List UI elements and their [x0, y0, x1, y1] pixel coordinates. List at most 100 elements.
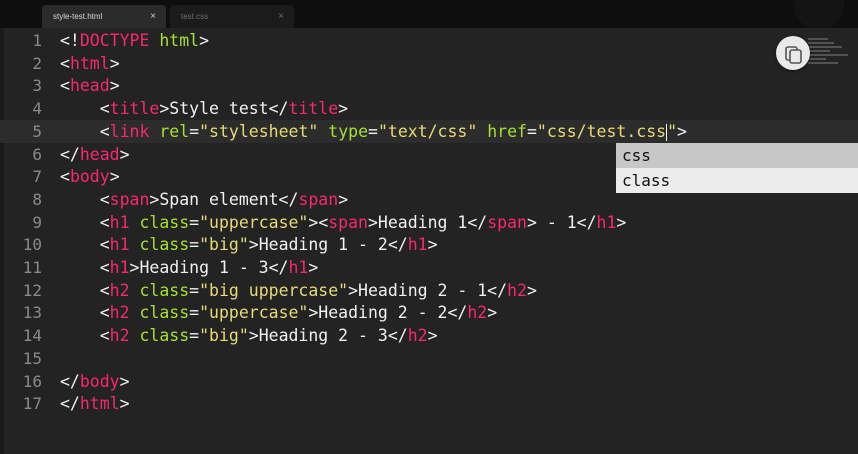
code-punctuation: =: [189, 212, 200, 232]
code-line[interactable]: 3 <head>: [0, 74, 858, 97]
code-text[interactable]: <h2 class="big uppercase">Heading 2 - 1<…: [60, 279, 537, 302]
code-punctuation: >: [677, 121, 687, 141]
code-text[interactable]: <h2 class="big">Heading 2 - 3</h2>: [60, 324, 438, 347]
line-number: 16: [22, 371, 42, 391]
attribute-name: rel: [159, 121, 190, 141]
code-punctuation: <: [60, 303, 110, 323]
attribute-value: "css/test.css: [536, 121, 667, 141]
attribute-name: href: [487, 121, 527, 141]
minimap[interactable]: [808, 34, 858, 74]
code-punctuation: <: [60, 258, 110, 277]
code-text[interactable]: <title>Style test</title>: [60, 97, 348, 120]
tag-name: span: [487, 212, 527, 232]
autocomplete-item-class[interactable]: class: [616, 168, 858, 193]
code-text[interactable]: <h1>Heading 1 - 3</h1>: [60, 256, 319, 279]
tag-name: head: [79, 144, 120, 164]
code-line[interactable]: 1 <!DOCTYPE html>: [0, 29, 858, 52]
code-line[interactable]: 10 <h1 class="big">Heading 1 - 2</h1>: [0, 233, 858, 256]
tab-label: test.css: [181, 12, 209, 21]
code-punctuation: >Heading 2 - 1</: [348, 280, 508, 300]
code-punctuation: >: [427, 326, 438, 346]
attribute-value: "big": [199, 235, 249, 255]
code-line[interactable]: 2 <html>: [0, 52, 858, 75]
tag-name: span: [109, 189, 150, 209]
code-punctuation: [149, 31, 159, 50]
tab-test-css[interactable]: test.css ×: [170, 5, 294, 28]
line-number: 3: [32, 76, 42, 96]
attribute-value: "big": [199, 326, 249, 346]
code-punctuation: =: [189, 121, 200, 141]
code-punctuation: [130, 303, 140, 322]
tag-name: body: [69, 167, 110, 187]
line-number: 17: [22, 394, 42, 414]
tab-style-test-html[interactable]: style-test.html ×: [42, 5, 166, 28]
line-number: 10: [22, 235, 42, 255]
tag-name: link: [109, 121, 150, 141]
code-line[interactable]: 4 <title>Style test</title>: [0, 97, 858, 120]
code-line[interactable]: 13 <h2 class="uppercase">Heading 2 - 2</…: [0, 301, 858, 324]
code-text[interactable]: <h1 class="uppercase"><span>Heading 1</s…: [60, 211, 627, 234]
code-text[interactable]: <h1 class="big">Heading 1 - 2</h1>: [60, 233, 438, 256]
code-text[interactable]: <body>: [60, 165, 120, 188]
code-text[interactable]: <head>: [60, 74, 120, 97]
attribute-name: class: [139, 212, 190, 232]
code-text[interactable]: <!DOCTYPE html>: [60, 29, 209, 52]
code-line[interactable]: 17 </html>: [0, 392, 858, 415]
code-punctuation: =: [368, 121, 378, 141]
code-line[interactable]: 12 <h2 class="big uppercase">Heading 2 -…: [0, 279, 858, 302]
code-punctuation: >: [338, 99, 349, 119]
code-punctuation: =: [189, 326, 200, 346]
tag-name: body: [79, 371, 120, 391]
code-line[interactable]: 11 <h1>Heading 1 - 3</h1>: [0, 256, 858, 279]
code-line[interactable]: 14 <h2 class="big">Heading 2 - 3</h2>: [0, 324, 858, 347]
tag-name: h1: [109, 258, 130, 277]
line-number: 14: [22, 326, 42, 346]
code-punctuation: <: [60, 167, 70, 187]
code-punctuation: >: [119, 144, 130, 164]
code-line[interactable]: 15: [0, 347, 858, 370]
tag-name: title: [288, 99, 339, 119]
autocomplete-item-css[interactable]: css: [616, 143, 858, 168]
code-punctuation: > - 1</: [526, 212, 597, 232]
tag-name: h2: [467, 303, 488, 323]
tag-name: span: [328, 212, 368, 232]
tag-name: h2: [407, 326, 428, 346]
tag-name: span: [298, 189, 339, 209]
code-punctuation: =: [526, 121, 537, 141]
code-text[interactable]: <span>Span element</span>: [60, 188, 348, 211]
code-text[interactable]: <html>: [60, 52, 120, 75]
code-punctuation: >: [427, 235, 438, 255]
attribute-name: class: [139, 303, 190, 323]
tag-name: h2: [109, 326, 130, 346]
attribute-value: ": [667, 121, 677, 141]
code-punctuation: </: [60, 144, 80, 164]
code-punctuation: <: [60, 121, 110, 141]
line-number: 15: [22, 348, 42, 368]
close-icon[interactable]: ×: [150, 5, 156, 28]
code-text[interactable]: <link rel="stylesheet" type="text/css" h…: [60, 120, 687, 143]
code-text[interactable]: </html>: [60, 392, 130, 415]
code-line[interactable]: 9 <h1 class="uppercase"><span>Heading 1<…: [0, 211, 858, 234]
overlay-button[interactable]: [776, 36, 810, 70]
code-punctuation: >: [119, 394, 130, 414]
code-punctuation: [130, 213, 140, 232]
attribute-name: html: [159, 31, 200, 50]
code-punctuation: <: [60, 189, 110, 209]
code-line[interactable]: 5 <link rel="stylesheet" type="text/css"…: [0, 119, 858, 143]
copy-icon: [785, 46, 802, 64]
code-punctuation: >: [199, 31, 210, 50]
code-text[interactable]: </body>: [60, 370, 130, 393]
line-number: 1: [32, 31, 42, 50]
tab-bar: style-test.html × test.css ×: [0, 0, 858, 28]
line-number: 2: [32, 53, 42, 73]
code-punctuation: =: [189, 235, 200, 255]
code-punctuation: [130, 281, 140, 300]
line-number: 8: [32, 189, 42, 209]
code-punctuation: [130, 235, 140, 254]
code-line[interactable]: 16 </body>: [0, 370, 858, 393]
close-icon[interactable]: ×: [278, 5, 284, 28]
code-text[interactable]: <h2 class="uppercase">Heading 2 - 2</h2>: [60, 301, 497, 324]
autocomplete-popup: css class: [616, 143, 858, 193]
tag-name: html: [79, 394, 120, 414]
code-text[interactable]: </head>: [60, 143, 130, 166]
